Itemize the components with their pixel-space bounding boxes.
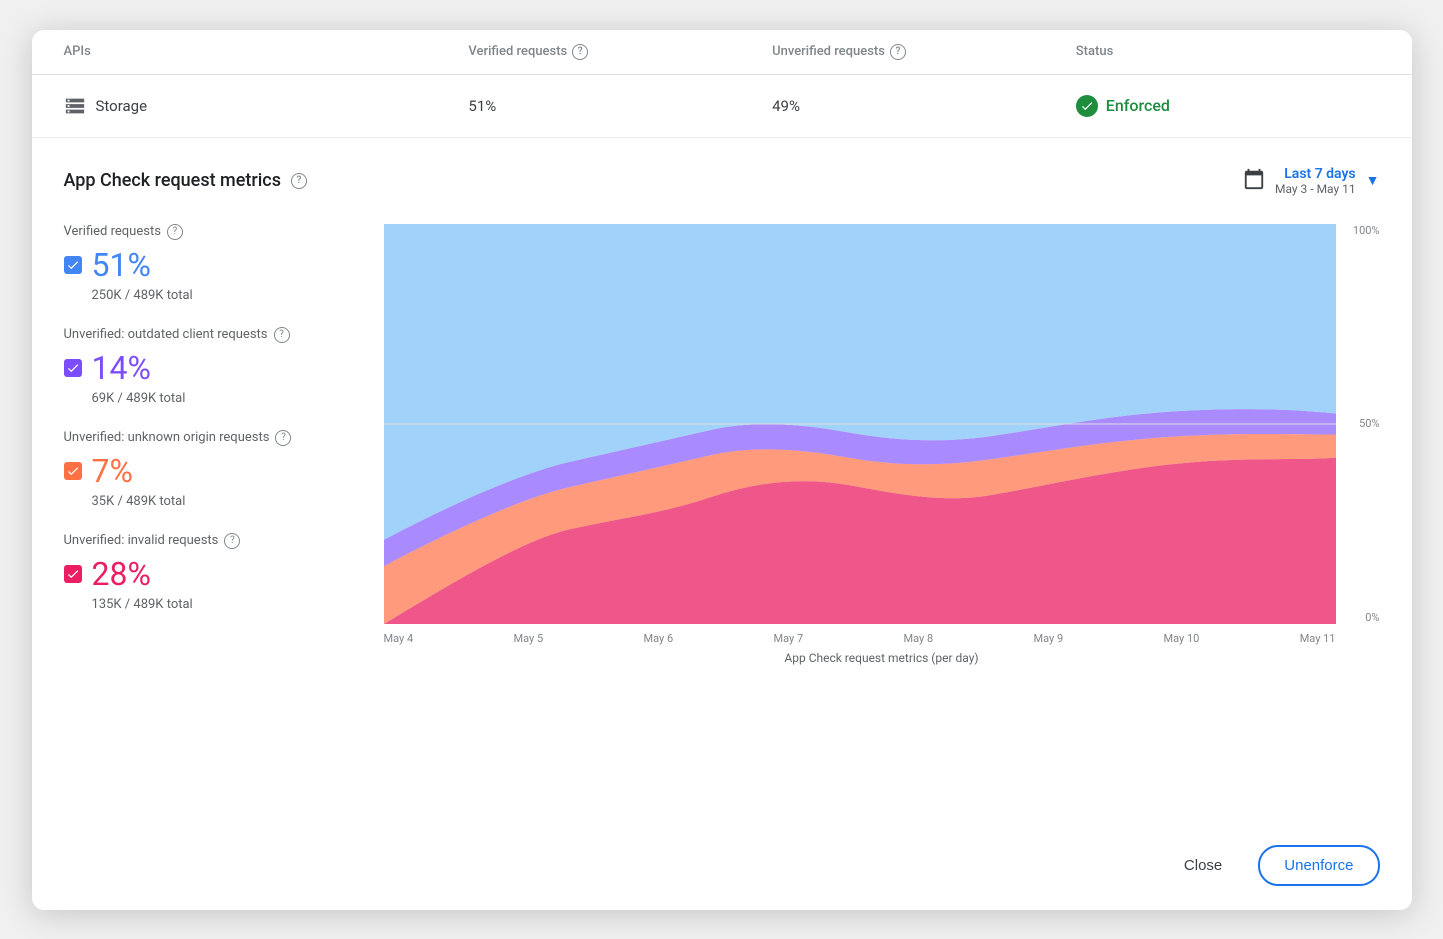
legend-percent-3: 28% <box>92 555 151 593</box>
y-label-100: 100% <box>1340 224 1380 237</box>
x-label-4: May 8 <box>904 632 934 645</box>
col-header-apis: APIs <box>64 44 469 60</box>
legend-value-row: 7% <box>64 452 364 490</box>
x-axis-labels: May 4 May 5 May 6 May 7 May 8 May 9 May 10 May … <box>384 624 1380 645</box>
unverified-percent: 49% <box>772 97 1076 115</box>
legend-help-icon-2[interactable]: ? <box>275 430 291 446</box>
legend-checkbox-2[interactable] <box>64 462 82 480</box>
legend-detail-3: 135K / 489K total <box>92 597 364 612</box>
unenforce-button[interactable]: Unenforce <box>1258 845 1379 886</box>
legend-label-text: Unverified: invalid requests <box>64 533 219 548</box>
date-range-text: Last 7 days May 3 - May 11 <box>1275 166 1356 196</box>
legend-checkbox-3[interactable] <box>64 565 82 583</box>
legend-label-text: Unverified: unknown origin requests <box>64 430 270 445</box>
table-header: APIs Verified requests ? Unverified requ… <box>32 30 1412 75</box>
legend-item-2: Unverified: unknown origin requests ? 7%… <box>64 430 364 509</box>
legend-item-0: Verified requests ? 51% 250K / 489K tota… <box>64 224 364 303</box>
legend-label-row: Unverified: invalid requests ? <box>64 533 364 549</box>
y-label-0: 0% <box>1340 611 1380 624</box>
x-label-1: May 5 <box>514 632 544 645</box>
verified-help-icon[interactable]: ? <box>572 44 588 60</box>
close-button[interactable]: Close <box>1160 845 1246 886</box>
col-header-status: Status <box>1076 44 1380 60</box>
legend-item-1: Unverified: outdated client requests ? 1… <box>64 327 364 406</box>
calendar-icon <box>1243 168 1265 194</box>
dialog-footer: Close Unenforce <box>32 829 1412 910</box>
legend-value-row: 14% <box>64 349 364 387</box>
verified-percent: 51% <box>468 97 772 115</box>
col-header-unverified: Unverified requests ? <box>772 44 1076 60</box>
status-cell: Enforced <box>1076 95 1380 117</box>
x-label-7: May 11 <box>1300 632 1336 645</box>
x-label-2: May 6 <box>644 632 674 645</box>
chart-area: 100% 50% 0% <box>384 224 1380 665</box>
content-area: Verified requests ? 51% 250K / 489K tota… <box>64 224 1380 665</box>
x-label-0: May 4 <box>384 632 414 645</box>
legend-detail-1: 69K / 489K total <box>92 391 364 406</box>
legend-detail-0: 250K / 489K total <box>92 288 364 303</box>
enforced-label: Enforced <box>1106 96 1170 115</box>
legend-detail-2: 35K / 489K total <box>92 494 364 509</box>
metrics-header: App Check request metrics ? Last 7 days … <box>64 166 1380 196</box>
y-label-50: 50% <box>1340 417 1380 430</box>
legend-label-row: Verified requests ? <box>64 224 364 240</box>
date-range-control[interactable]: Last 7 days May 3 - May 11 ▼ <box>1243 166 1380 196</box>
metrics-section: App Check request metrics ? Last 7 days … <box>32 138 1412 829</box>
chart-container: 100% 50% 0% <box>384 224 1380 624</box>
legend-panel: Verified requests ? 51% 250K / 489K tota… <box>64 224 364 665</box>
metrics-help-icon[interactable]: ? <box>291 173 307 189</box>
legend-help-icon-0[interactable]: ? <box>167 224 183 240</box>
api-cell: Storage <box>64 95 469 117</box>
x-label-3: May 7 <box>774 632 804 645</box>
col-header-verified: Verified requests ? <box>468 44 772 60</box>
metrics-title: App Check request metrics ? <box>64 170 307 191</box>
chart-title: App Check request metrics (per day) <box>384 651 1380 665</box>
chart-svg-container <box>384 224 1336 624</box>
legend-percent-0: 51% <box>92 246 151 284</box>
legend-value-row: 51% <box>64 246 364 284</box>
x-label-5: May 9 <box>1034 632 1064 645</box>
legend-label-text: Verified requests <box>64 224 161 239</box>
legend-help-icon-1[interactable]: ? <box>274 327 290 343</box>
date-range-sub: May 3 - May 11 <box>1275 182 1356 196</box>
x-label-6: May 10 <box>1164 632 1200 645</box>
area-chart <box>384 224 1336 624</box>
table-row: Storage 51% 49% Enforced <box>32 75 1412 138</box>
unverified-help-icon[interactable]: ? <box>890 44 906 60</box>
date-range-label: Last 7 days <box>1284 166 1355 182</box>
legend-label-text: Unverified: outdated client requests <box>64 327 268 342</box>
dialog: APIs Verified requests ? Unverified requ… <box>32 30 1412 910</box>
legend-checkbox-1[interactable] <box>64 359 82 377</box>
legend-percent-1: 14% <box>92 349 151 387</box>
date-range-dropdown-icon[interactable]: ▼ <box>1366 172 1380 189</box>
legend-percent-2: 7% <box>92 452 133 490</box>
legend-checkbox-0[interactable] <box>64 256 82 274</box>
storage-icon <box>64 95 86 117</box>
legend-label-row: Unverified: unknown origin requests ? <box>64 430 364 446</box>
legend-item-3: Unverified: invalid requests ? 28% 135K … <box>64 533 364 612</box>
enforced-check-icon <box>1076 95 1098 117</box>
legend-help-icon-3[interactable]: ? <box>224 533 240 549</box>
y-axis-labels: 100% 50% 0% <box>1340 224 1380 624</box>
legend-value-row: 28% <box>64 555 364 593</box>
legend-label-row: Unverified: outdated client requests ? <box>64 327 364 343</box>
